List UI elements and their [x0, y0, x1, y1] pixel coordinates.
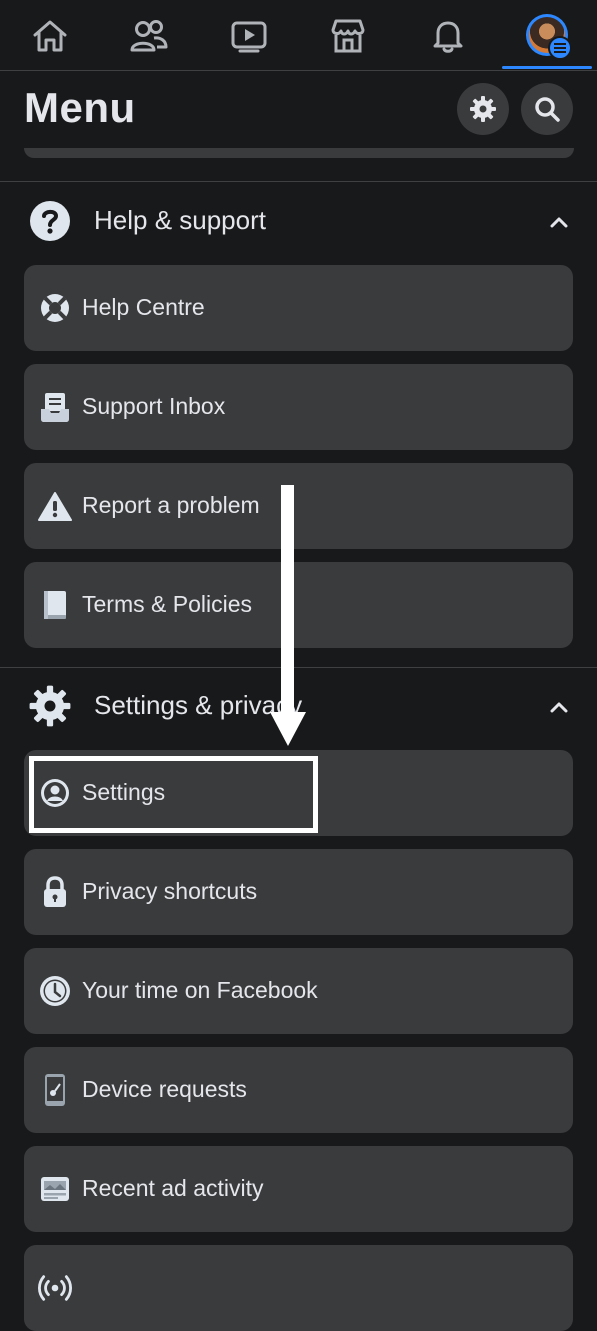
annotation-arrow-head	[270, 712, 306, 746]
help-support-header[interactable]: Help & support	[0, 181, 597, 261]
time-on-facebook-item[interactable]: Your time on Facebook	[24, 948, 573, 1034]
search-icon	[535, 97, 560, 122]
notifications-icon[interactable]	[426, 14, 470, 58]
top-navigation-bar	[0, 0, 597, 71]
chevron-up-icon[interactable]	[546, 694, 572, 720]
item-label: Recent ad activity	[82, 1175, 264, 1201]
support-inbox-item[interactable]: Support Inbox	[24, 364, 573, 450]
item-label: Device requests	[82, 1076, 247, 1102]
book-icon	[38, 588, 72, 622]
lifebuoy-icon	[38, 291, 72, 325]
item-label: Support Inbox	[82, 393, 226, 419]
section-label: Help & support	[94, 205, 266, 235]
marketplace-icon[interactable]	[326, 14, 370, 58]
annotation-arrow-shaft	[281, 485, 294, 715]
annotation-highlight-box	[29, 756, 318, 833]
device-requests-item[interactable]: Device requests	[24, 1047, 573, 1133]
home-icon[interactable]	[28, 14, 72, 58]
broadcast-icon	[38, 1271, 72, 1305]
report-problem-item[interactable]: Report a problem	[24, 463, 573, 549]
active-tab-indicator	[502, 66, 592, 69]
friends-icon[interactable]	[127, 14, 171, 58]
broadcast-item[interactable]	[24, 1245, 573, 1331]
phone-key-icon	[38, 1073, 72, 1107]
privacy-shortcuts-item[interactable]: Privacy shortcuts	[24, 849, 573, 935]
chevron-up-icon[interactable]	[546, 209, 572, 235]
gear-icon	[470, 96, 496, 122]
page-title: Menu	[24, 84, 136, 131]
recent-ad-activity-item[interactable]: Recent ad activity	[24, 1146, 573, 1232]
item-label: Privacy shortcuts	[82, 878, 258, 904]
profile-menu-avatar[interactable]	[526, 14, 572, 60]
warning-icon	[38, 489, 72, 523]
menu-badge-icon	[548, 36, 572, 60]
previous-card-edge	[24, 148, 574, 158]
item-label: Your time on Facebook	[82, 977, 318, 1003]
lock-icon	[38, 875, 72, 909]
watch-icon[interactable]	[227, 14, 271, 58]
gear-icon	[28, 684, 72, 728]
settings-button[interactable]	[457, 83, 509, 135]
terms-policies-item[interactable]: Terms & Policies	[24, 562, 573, 648]
item-label: Report a problem	[82, 492, 260, 518]
inbox-icon	[38, 390, 72, 424]
help-centre-item[interactable]: Help Centre	[24, 265, 573, 351]
question-icon	[28, 199, 72, 243]
item-label: Terms & Policies	[82, 591, 252, 617]
search-button[interactable]	[521, 83, 573, 135]
ad-icon	[38, 1172, 72, 1206]
clock-icon	[38, 974, 72, 1008]
item-label: Help Centre	[82, 294, 205, 320]
